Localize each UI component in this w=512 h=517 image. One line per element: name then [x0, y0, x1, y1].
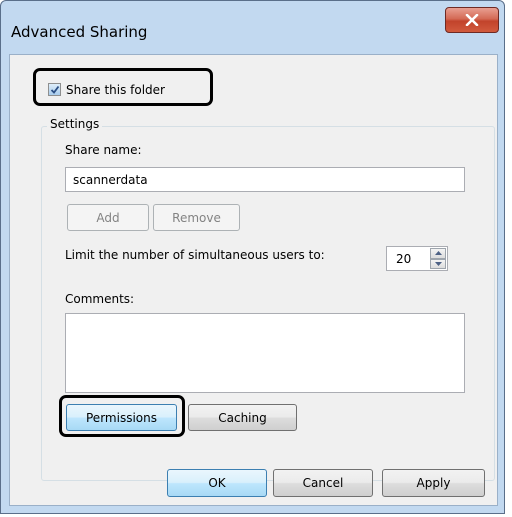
limit-users-spinner[interactable]	[386, 246, 448, 271]
caching-button[interactable]: Caching	[188, 404, 297, 431]
checkbox-icon[interactable]	[48, 83, 61, 96]
share-name-input[interactable]	[66, 168, 464, 191]
remove-button[interactable]: Remove	[153, 204, 240, 231]
share-name-field[interactable]	[65, 167, 465, 192]
comments-textarea[interactable]	[66, 314, 464, 392]
spin-up-button[interactable]	[430, 248, 446, 259]
ok-button[interactable]: OK	[167, 469, 267, 497]
advanced-sharing-window: Advanced Sharing Share this folder Setti…	[0, 0, 505, 514]
comments-field[interactable]	[65, 313, 465, 393]
permissions-button[interactable]: Permissions	[66, 404, 177, 431]
cancel-button[interactable]: Cancel	[273, 469, 373, 497]
apply-button[interactable]: Apply	[382, 469, 485, 497]
share-folder-checkbox[interactable]: Share this folder	[40, 72, 212, 107]
settings-group-label: Settings	[47, 117, 103, 131]
add-button[interactable]: Add	[67, 204, 149, 231]
close-icon	[465, 14, 479, 26]
share-name-label: Share name:	[65, 143, 142, 157]
spin-down-button[interactable]	[430, 258, 446, 269]
arrow-up-icon	[434, 251, 442, 256]
dialog-body: Share this folder Settings Share name: A…	[9, 54, 498, 506]
checkmark-icon	[50, 85, 59, 94]
window-title: Advanced Sharing	[11, 23, 148, 41]
limit-users-label: Limit the number of simultaneous users t…	[65, 248, 325, 262]
limit-users-input[interactable]	[387, 247, 431, 270]
close-button[interactable]	[445, 7, 499, 33]
comments-label: Comments:	[65, 292, 135, 306]
share-folder-label: Share this folder	[66, 82, 165, 97]
arrow-down-icon	[434, 261, 442, 266]
spin-buttons	[430, 248, 446, 269]
